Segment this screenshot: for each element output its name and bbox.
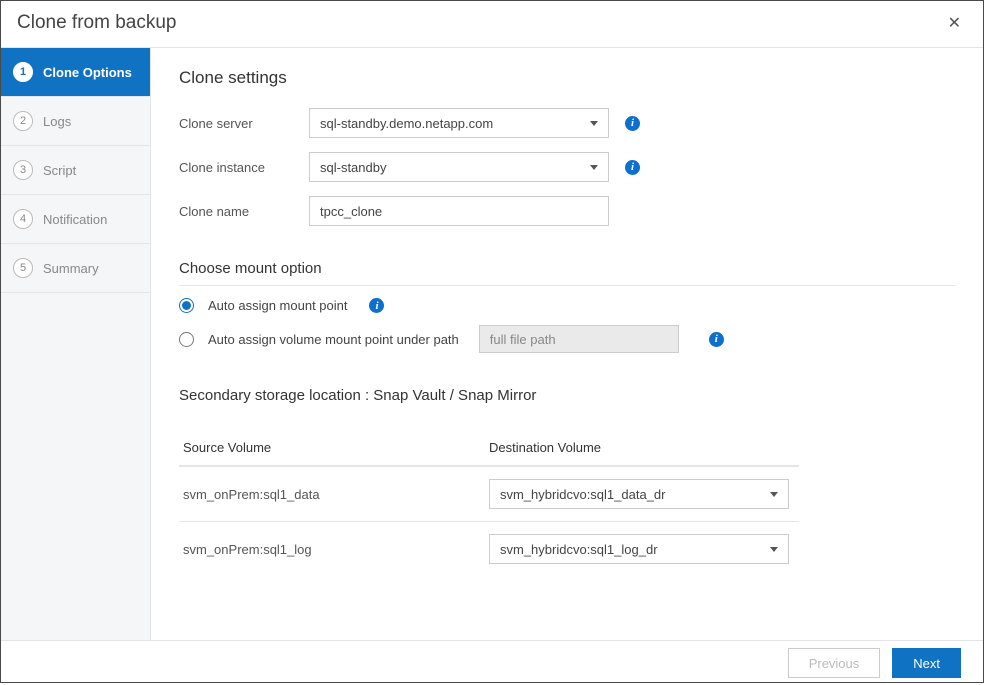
step-clone-options[interactable]: 1 Clone Options [1, 48, 150, 97]
dialog-header: Clone from backup ✕ [1, 1, 983, 48]
step-label: Logs [43, 114, 71, 129]
mount-option-auto-row: Auto assign mount point i [179, 298, 955, 313]
main-panel: Clone settings Clone server sql-standby.… [151, 48, 983, 640]
step-label: Notification [43, 212, 107, 227]
clone-name-label: Clone name [179, 204, 309, 219]
table-header: Source Volume Destination Volume [179, 430, 799, 466]
table-row: svm_onPrem:sql1_log svm_hybridcvo:sql1_l… [179, 521, 799, 576]
mount-auto-radio[interactable] [179, 298, 194, 313]
step-script[interactable]: 3 Script [1, 146, 150, 195]
mount-option-path-row: Auto assign volume mount point under pat… [179, 325, 955, 353]
mount-path-input[interactable]: full file path [479, 325, 679, 353]
dialog-title: Clone from backup [17, 12, 176, 34]
step-number: 3 [13, 160, 33, 180]
clone-server-select[interactable]: sql-standby.demo.netapp.com [309, 108, 609, 138]
step-logs[interactable]: 2 Logs [1, 97, 150, 146]
chevron-down-icon [590, 121, 598, 126]
destination-volume-value: svm_hybridcvo:sql1_data_dr [500, 487, 665, 502]
secondary-storage-section: Secondary storage location : Snap Vault … [179, 387, 955, 576]
previous-button[interactable]: Previous [788, 648, 881, 678]
mount-path-label: Auto assign volume mount point under pat… [208, 332, 459, 347]
step-number: 5 [13, 258, 33, 278]
col-dest-header: Destination Volume [489, 440, 799, 455]
mount-auto-label: Auto assign mount point [208, 298, 347, 313]
step-label: Summary [43, 261, 99, 276]
clone-server-value: sql-standby.demo.netapp.com [320, 116, 493, 131]
info-icon[interactable]: i [709, 332, 724, 347]
info-icon[interactable]: i [625, 116, 640, 131]
source-volume-cell: svm_onPrem:sql1_data [179, 487, 489, 502]
info-icon[interactable]: i [625, 160, 640, 175]
clone-instance-label: Clone instance [179, 160, 309, 175]
destination-volume-select[interactable]: svm_hybridcvo:sql1_log_dr [489, 534, 789, 564]
clone-name-input[interactable] [320, 197, 598, 225]
clone-instance-row: Clone instance sql-standby i [179, 152, 955, 182]
clone-instance-value: sql-standby [320, 160, 386, 175]
chevron-down-icon [770, 492, 778, 497]
dialog-footer: Previous Next [1, 640, 983, 685]
step-notification[interactable]: 4 Notification [1, 195, 150, 244]
clone-server-label: Clone server [179, 116, 309, 131]
step-summary[interactable]: 5 Summary [1, 244, 150, 293]
chevron-down-icon [590, 165, 598, 170]
secondary-storage-heading: Secondary storage location : Snap Vault … [179, 387, 955, 418]
next-button[interactable]: Next [892, 648, 961, 678]
destination-volume-value: svm_hybridcvo:sql1_log_dr [500, 542, 658, 557]
clone-instance-select[interactable]: sql-standby [309, 152, 609, 182]
storage-table: Source Volume Destination Volume svm_onP… [179, 430, 799, 576]
close-icon[interactable]: ✕ [942, 11, 967, 35]
source-volume-cell: svm_onPrem:sql1_log [179, 542, 489, 557]
clone-name-input-wrapper [309, 196, 609, 226]
clone-name-row: Clone name [179, 196, 955, 226]
chevron-down-icon [770, 547, 778, 552]
wizard-sidebar: 1 Clone Options 2 Logs 3 Script 4 Notifi… [1, 48, 151, 640]
step-label: Script [43, 163, 76, 178]
step-label: Clone Options [43, 65, 132, 80]
info-icon[interactable]: i [369, 298, 384, 313]
col-source-header: Source Volume [179, 440, 489, 455]
destination-volume-select[interactable]: svm_hybridcvo:sql1_data_dr [489, 479, 789, 509]
step-number: 4 [13, 209, 33, 229]
mount-option-section: Choose mount option Auto assign mount po… [179, 260, 955, 353]
step-number: 1 [13, 62, 33, 82]
clone-server-row: Clone server sql-standby.demo.netapp.com… [179, 108, 955, 138]
table-row: svm_onPrem:sql1_data svm_hybridcvo:sql1_… [179, 466, 799, 521]
mount-path-radio[interactable] [179, 332, 194, 347]
mount-option-heading: Choose mount option [179, 260, 955, 286]
clone-settings-heading: Clone settings [179, 68, 955, 88]
step-number: 2 [13, 111, 33, 131]
